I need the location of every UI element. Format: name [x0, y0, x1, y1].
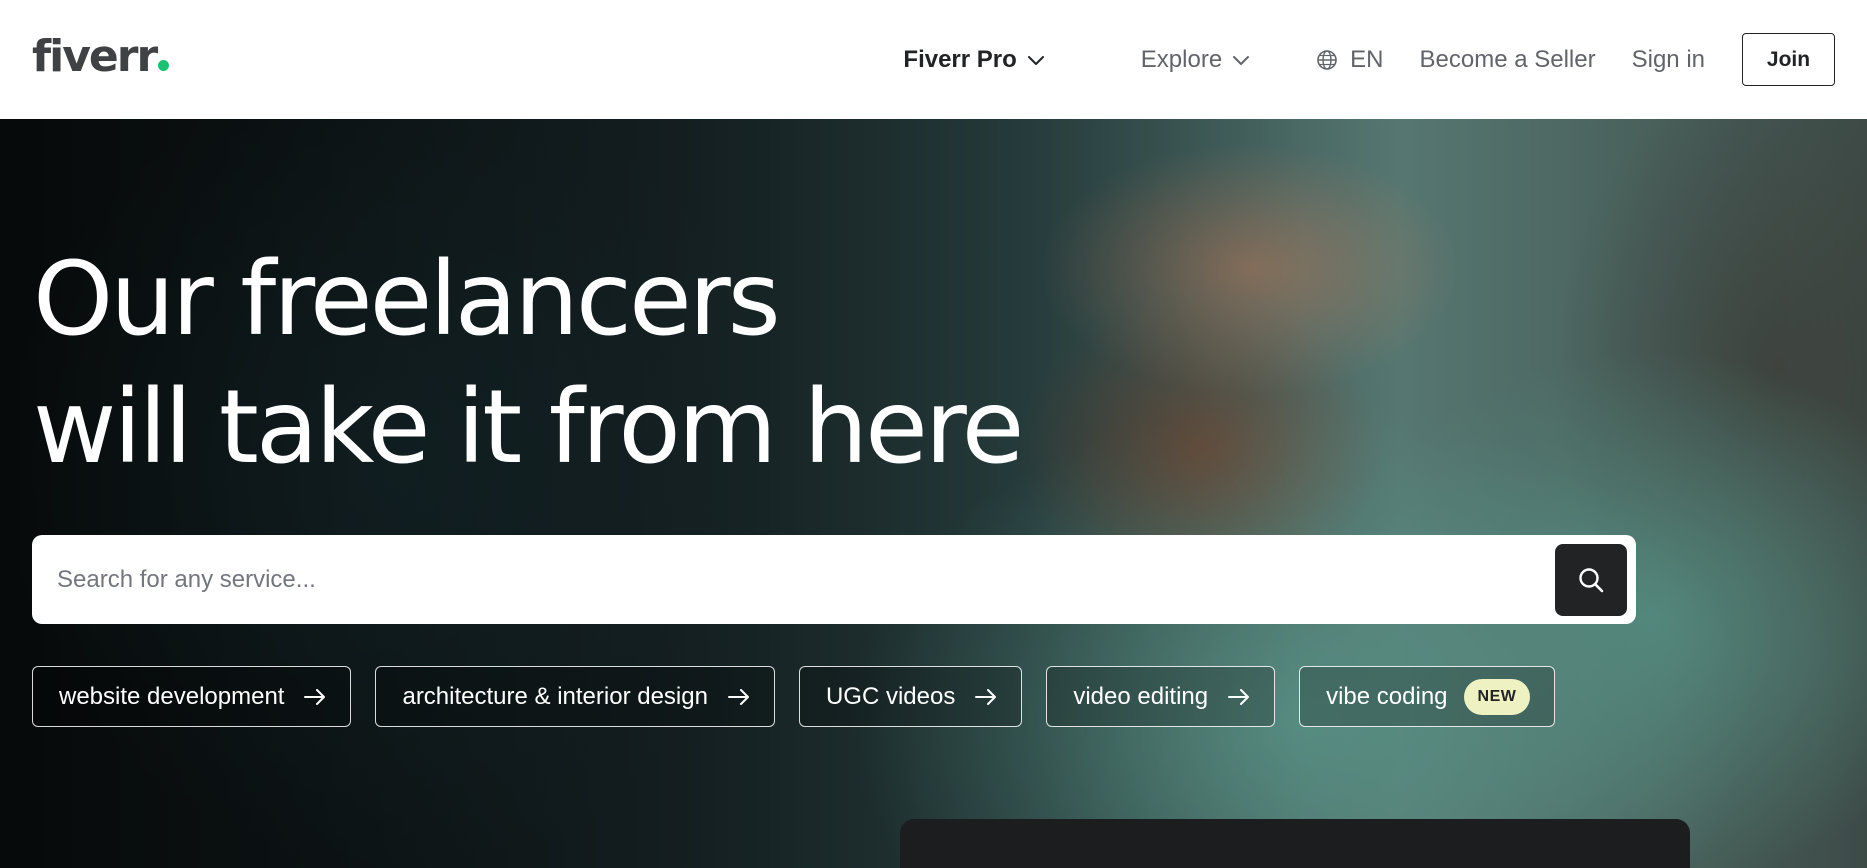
nav-become-seller[interactable]: Become a Seller — [1420, 46, 1596, 74]
hero-title-line-2: will take it from here — [33, 368, 1024, 487]
arrow-right-icon — [727, 688, 750, 705]
chip-label: UGC videos — [825, 682, 956, 710]
chip-label: architecture & interior design — [402, 682, 708, 710]
search-bar — [32, 535, 1636, 624]
site-header: fiverr Fiverr Pro Explore EN Become a Se… — [0, 0, 1867, 119]
hero-overlay — [0, 119, 1867, 868]
search-button[interactable] — [1555, 543, 1627, 616]
logo-text: fiverr — [32, 30, 158, 82]
hero-section: Our freelancers will take it from here w… — [0, 119, 1867, 868]
chip-label: video editing — [1073, 682, 1209, 710]
nav-become-seller-label: Become a Seller — [1419, 45, 1596, 73]
nav-sign-in-label: Sign in — [1631, 45, 1705, 73]
nav-sign-in[interactable]: Sign in — [1632, 46, 1705, 74]
top-nav: Fiverr Pro Explore EN Become a Seller Si… — [903, 0, 1835, 119]
chip-ugc-videos[interactable]: UGC videos — [798, 666, 1023, 727]
chip-website-development[interactable]: website development — [32, 666, 352, 727]
arrow-right-icon — [304, 688, 326, 705]
arrow-right-icon — [975, 688, 997, 705]
nav-explore-label: Explore — [1140, 45, 1223, 73]
chip-architecture-interior-design[interactable]: architecture & interior design — [375, 666, 775, 727]
hero-title-line-1: Our freelancers — [33, 240, 781, 359]
chip-label: vibe coding — [1326, 682, 1448, 710]
hero-title: Our freelancers will take it from here — [33, 236, 1024, 492]
fiverr-logo[interactable]: fiverr — [32, 30, 170, 82]
chevron-down-icon — [1027, 51, 1045, 69]
laptop-silhouette — [900, 819, 1690, 868]
chip-vibe-coding[interactable]: vibe coding NEW — [1299, 666, 1556, 727]
nav-language[interactable]: EN — [1316, 45, 1384, 74]
logo-dot — [158, 59, 170, 71]
nav-fiverr-pro-label: Fiverr Pro — [903, 45, 1017, 73]
globe-icon — [1316, 49, 1338, 71]
nav-fiverr-pro[interactable]: Fiverr Pro — [903, 46, 1044, 74]
search-icon — [1577, 566, 1605, 594]
join-button[interactable]: Join — [1742, 33, 1835, 86]
new-badge: NEW — [1463, 678, 1531, 715]
arrow-right-icon — [1228, 688, 1250, 705]
chip-label: website development — [59, 682, 285, 710]
chevron-down-icon — [1232, 51, 1250, 69]
nav-language-label: EN — [1350, 45, 1384, 73]
chip-video-editing[interactable]: video editing — [1046, 666, 1276, 727]
nav-explore[interactable]: Explore — [1141, 46, 1250, 74]
search-input[interactable] — [57, 535, 1555, 624]
popular-services: website development architecture & inter… — [32, 666, 1556, 727]
